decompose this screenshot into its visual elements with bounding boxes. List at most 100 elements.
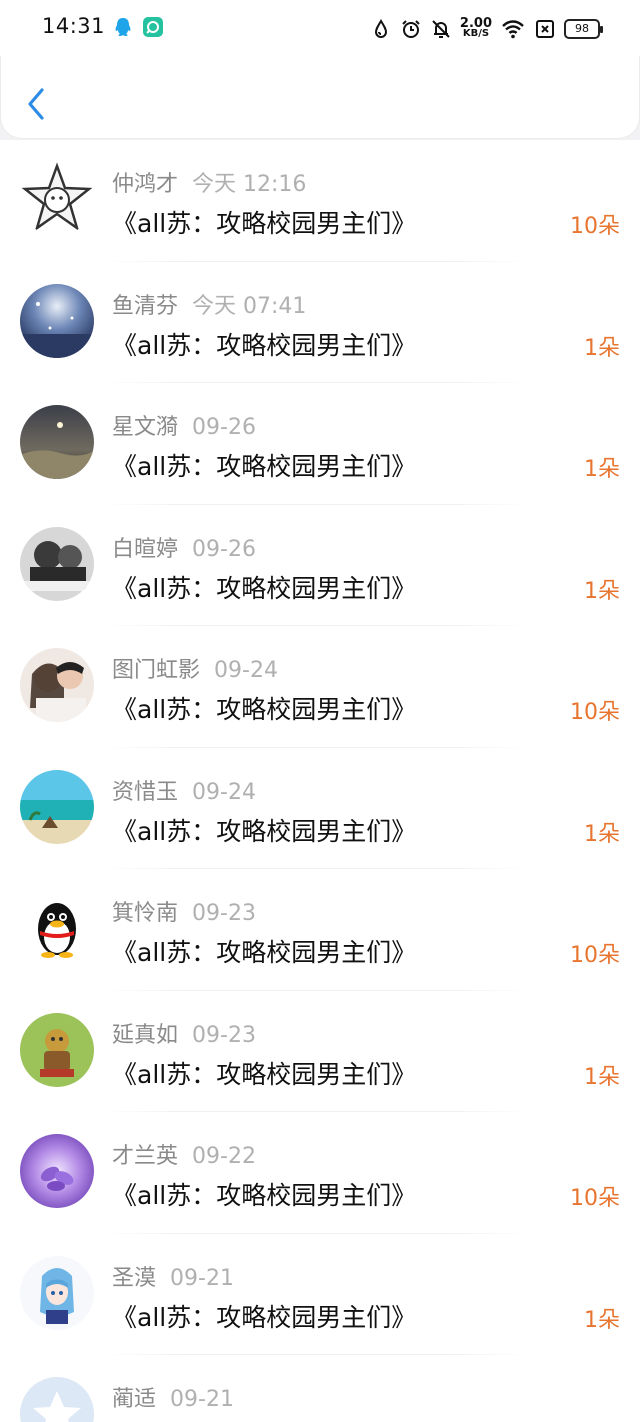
item-meta: 图门虹影 09-24: [112, 652, 278, 684]
flower-count: 1朵: [584, 335, 620, 361]
status-time: 14:31: [42, 14, 106, 38]
list-item[interactable]: 鱼清芬 今天 07:41 《all苏：攻略校园男主们》 1朵: [0, 262, 640, 383]
sender-name: 星文漪: [112, 415, 179, 440]
item-meta: 白暄婷 09-26: [112, 531, 256, 563]
send-time: 09-23: [192, 901, 256, 926]
item-meta: 箕怜南 09-23: [112, 895, 256, 927]
avatar[interactable]: [20, 1012, 94, 1087]
flower-count: 10朵: [570, 214, 620, 239]
mech-toy-avatar: [20, 1012, 94, 1087]
avatar[interactable]: [20, 405, 94, 479]
avatar[interactable]: [20, 1134, 94, 1208]
anime-girl-avatar: [20, 1255, 94, 1330]
sender-name: 圣漠: [112, 1265, 157, 1291]
flower-gift-list: 仲鸿才 今天 12:16 《all苏：攻略校园男主们》 10朵 鱼清芬 今天 07:…: [0, 140, 640, 1422]
wifi-icon: [502, 20, 524, 39]
snow-night-avatar: [20, 283, 94, 358]
book-title: 《all苏：攻略校园男主们》: [112, 938, 417, 967]
send-time: 09-26: [192, 415, 256, 440]
avatar[interactable]: [20, 769, 94, 844]
flower-count: 1朵: [584, 821, 620, 847]
item-meta: 圣漠 09-21: [112, 1260, 234, 1292]
sender-name: 白暄婷: [112, 536, 179, 562]
sender-name: 蔺适: [112, 1387, 157, 1412]
sender-name: 延真如: [112, 1022, 179, 1048]
battery-icon: 98: [564, 19, 603, 39]
bw-photo-avatar: [20, 526, 94, 601]
sender-name: 资惜玉: [112, 779, 179, 805]
chevron-left-icon: [28, 88, 44, 120]
net-speed: 2.00 KB/S: [460, 17, 492, 39]
sim-icon: [536, 20, 554, 38]
couple-avatar: [20, 648, 94, 722]
avatar[interactable]: [20, 648, 94, 722]
alarm-icon: [402, 20, 420, 38]
penguin-avatar: [20, 891, 94, 965]
item-meta: 延真如 09-23: [112, 1017, 256, 1049]
book-title: 《all苏：攻略校园男主们》: [112, 1059, 417, 1089]
book-title: 《all苏：攻略校园男主们》: [112, 209, 417, 238]
status-bar: 14:31 2.00 KB/S 98: [0, 0, 640, 56]
item-meta: 仲鸿才 今天 12:16: [112, 166, 306, 198]
flower-count: 1朵: [584, 1064, 620, 1090]
item-meta: 资惜玉 09-24: [112, 774, 256, 806]
item-meta: 星文漪 09-26: [112, 409, 256, 441]
dusk-sky-avatar: [20, 405, 94, 479]
flower-count: 10朵: [570, 700, 620, 725]
list-item[interactable]: 星文漪 09-26 《all苏：攻略校园男主们》 1朵: [0, 383, 640, 505]
net-speed-unit: KB/S: [462, 28, 490, 39]
send-time: 09-21: [170, 1387, 234, 1412]
send-time: 09-22: [192, 1144, 256, 1169]
status-icons: 2.00 KB/S 98: [370, 14, 603, 44]
flower-count: 1朵: [584, 457, 620, 482]
list-item[interactable]: 图门虹影 09-24 《all苏：攻略校园男主们》 10朵: [0, 626, 640, 748]
sender-name: 仲鸿才: [112, 172, 179, 197]
default-star-avatar: [20, 1377, 94, 1422]
book-title: 《all苏：攻略校园男主们》: [112, 816, 417, 846]
beach-avatar: [20, 769, 94, 844]
avatar[interactable]: [20, 283, 94, 358]
water-drop-icon: [374, 19, 387, 38]
send-time: 09-23: [192, 1022, 256, 1048]
flower-count: 10朵: [570, 1186, 620, 1211]
sender-name: 图门虹影: [112, 658, 201, 683]
item-meta: 蔺适 09-21: [112, 1381, 234, 1413]
avatar[interactable]: [20, 1377, 94, 1422]
avatar[interactable]: [20, 1255, 94, 1330]
sender-name: 才兰英: [112, 1144, 179, 1169]
list-item[interactable]: 蔺适 09-21: [0, 1355, 640, 1422]
flower-count: 1朵: [584, 578, 620, 604]
book-title: 《all苏：攻略校园男主们》: [112, 1181, 417, 1210]
back-button[interactable]: [21, 84, 51, 124]
list-item[interactable]: 箕怜南 09-23 《all苏：攻略校园男主们》 10朵: [0, 869, 640, 991]
sender-name: 鱼清芬: [112, 293, 179, 319]
book-title: 《all苏：攻略校园男主们》: [112, 452, 417, 481]
list-item[interactable]: 才兰英 09-22 《all苏：攻略校园男主们》 10朵: [0, 1112, 640, 1234]
book-title: 《all苏：攻略校园男主们》: [112, 573, 417, 603]
list-item[interactable]: 仲鸿才 今天 12:16 《all苏：攻略校园男主们》 10朵: [0, 140, 640, 262]
list-item[interactable]: 延真如 09-23 《all苏：攻略校园男主们》 1朵: [0, 991, 640, 1112]
book-title: 《all苏：攻略校园男主们》: [112, 1302, 417, 1332]
avatar[interactable]: [20, 526, 94, 601]
qq-icon: [115, 18, 131, 36]
item-meta: 鱼清芬 今天 07:41: [112, 288, 306, 320]
purple-flower-avatar: [20, 1134, 94, 1208]
star-badge-avatar: [20, 162, 94, 236]
mute-icon: [432, 20, 450, 38]
app-icon: [143, 17, 163, 37]
avatar[interactable]: [20, 162, 94, 236]
list-item[interactable]: 圣漠 09-21 《all苏：攻略校园男主们》 1朵: [0, 1234, 640, 1355]
sender-name: 箕怜南: [112, 901, 179, 926]
nav-bar: [0, 56, 640, 139]
send-time: 今天 07:41: [192, 293, 307, 319]
list-item[interactable]: 白暄婷 09-26 《all苏：攻略校园男主们》 1朵: [0, 505, 640, 626]
send-time: 今天 12:16: [192, 172, 307, 197]
send-time: 09-26: [192, 536, 256, 562]
avatar[interactable]: [20, 891, 94, 965]
list-item[interactable]: 资惜玉 09-24 《all苏：攻略校园男主们》 1朵: [0, 748, 640, 869]
send-time: 09-21: [170, 1265, 234, 1291]
book-title: 《all苏：攻略校园男主们》: [112, 330, 417, 360]
flower-count: 10朵: [570, 943, 620, 968]
send-time: 09-24: [192, 779, 256, 805]
item-meta: 才兰英 09-22: [112, 1138, 256, 1170]
